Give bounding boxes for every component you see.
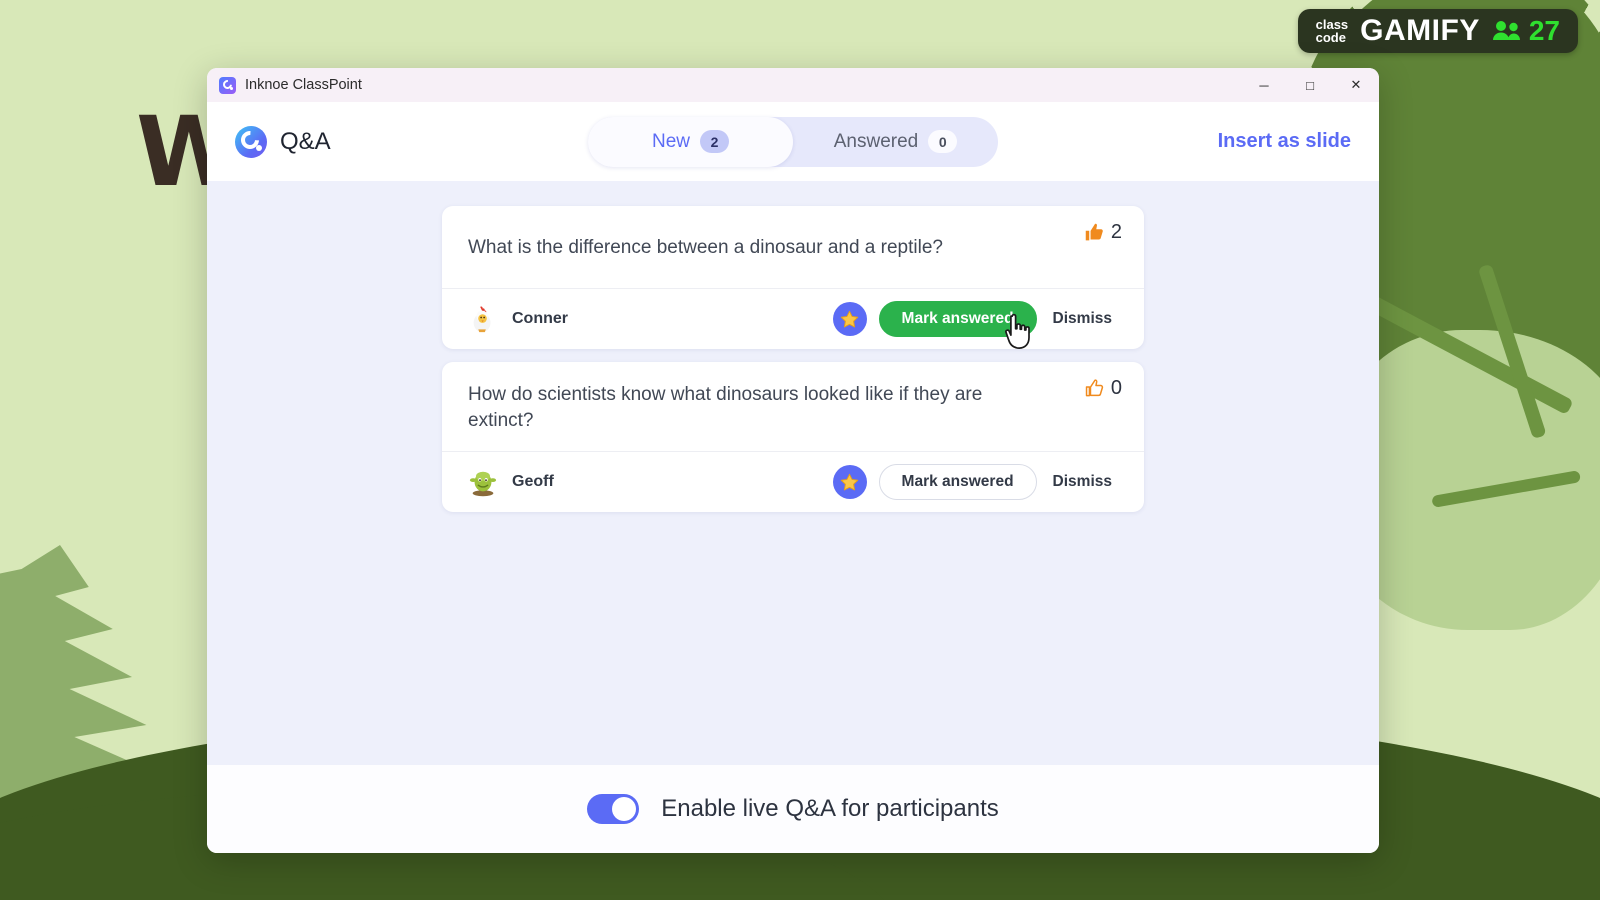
star-award-icon [840, 473, 859, 491]
question-author: Conner [512, 310, 568, 327]
qa-tab-switch: New 2 Answered 0 [588, 116, 998, 167]
classpoint-app-icon [219, 76, 236, 94]
star-award-icon [840, 310, 859, 327]
window-title-bar: Inknoe ClassPoint ─ □ ✕ [207, 68, 1379, 102]
mark-answered-button[interactable]: Mark answered [878, 301, 1037, 337]
window-controls: ─ □ ✕ [1241, 68, 1379, 102]
question-card: How do scientists know what dinosaurs lo… [442, 362, 1144, 513]
page-title: Q&A [280, 127, 331, 155]
award-star-button[interactable] [832, 302, 867, 336]
question-action-group: Mark answered Dismiss [832, 464, 1120, 501]
close-button[interactable]: ✕ [1333, 68, 1379, 102]
window-title: Inknoe ClassPoint [245, 77, 362, 93]
enable-live-qa-label: Enable live Q&A for participants [661, 795, 999, 822]
enable-live-qa-toggle[interactable] [587, 794, 640, 824]
thumbs-up-outline-icon[interactable] [1084, 378, 1105, 399]
toggle-knob [612, 797, 637, 821]
class-code-label: class code [1316, 18, 1349, 44]
tab-answered[interactable]: Answered 0 [793, 117, 998, 167]
tab-answered-label: Answered [833, 130, 919, 152]
minimize-button[interactable]: ─ [1241, 68, 1287, 102]
dismiss-button[interactable]: Dismiss [1049, 473, 1120, 491]
chicken-avatar [468, 304, 498, 334]
tab-new[interactable]: New 2 [588, 116, 793, 167]
class-code-label-line2: code [1315, 30, 1346, 45]
participant-counter: 27 [1492, 15, 1560, 47]
qa-footer: Enable live Q&A for participants [207, 765, 1379, 853]
class-code-value: GAMIFY [1360, 14, 1480, 47]
shrek-avatar-icon [469, 471, 497, 497]
insert-as-slide-button[interactable]: Insert as slide [1218, 130, 1351, 153]
question-author: Geoff [512, 473, 554, 491]
tab-answered-count: 0 [928, 130, 958, 153]
mark-answered-button[interactable]: Mark answered [878, 464, 1037, 501]
like-count: 0 [1110, 377, 1122, 399]
qa-header: Q&A New 2 Answered 0 Insert as slide [207, 102, 1379, 181]
question-card: What is the difference between a dinosau… [442, 206, 1144, 349]
question-card-top: What is the difference between a dinosau… [442, 206, 1144, 288]
question-list: What is the difference between a dinosau… [442, 206, 1144, 513]
shrek-avatar [468, 467, 498, 497]
question-action-group: Mark answered Dismiss [832, 301, 1120, 337]
dismiss-button[interactable]: Dismiss [1049, 310, 1120, 328]
award-star-button[interactable] [832, 465, 867, 500]
like-count: 2 [1110, 221, 1122, 243]
brand-block: Q&A [235, 125, 331, 158]
class-code-badge: class code GAMIFY 27 [1297, 9, 1578, 53]
classpoint-window: Inknoe ClassPoint ─ □ ✕ Q&A New 2 Answer… [207, 68, 1379, 853]
classpoint-logo-icon [235, 125, 267, 158]
tab-new-label: New [651, 130, 690, 152]
maximize-button[interactable]: □ [1287, 68, 1333, 102]
people-icon [1492, 21, 1520, 40]
tab-new-count: 2 [700, 130, 729, 153]
question-card-actions: Conner Mark answered Dismiss [442, 288, 1144, 349]
like-counter: 0 [1084, 377, 1122, 400]
question-text: How do scientists know what dinosaurs lo… [468, 384, 983, 431]
participant-count: 27 [1528, 15, 1560, 46]
question-text: What is the difference between a dinosau… [468, 237, 943, 259]
thumbs-up-filled-icon[interactable] [1084, 222, 1105, 243]
question-card-top: How do scientists know what dinosaurs lo… [442, 362, 1144, 451]
question-card-actions: Geoff Mark answered Dismiss [442, 451, 1144, 512]
chicken-avatar-icon [473, 306, 491, 333]
like-counter: 2 [1084, 221, 1122, 244]
question-list-area: What is the difference between a dinosau… [207, 181, 1379, 765]
